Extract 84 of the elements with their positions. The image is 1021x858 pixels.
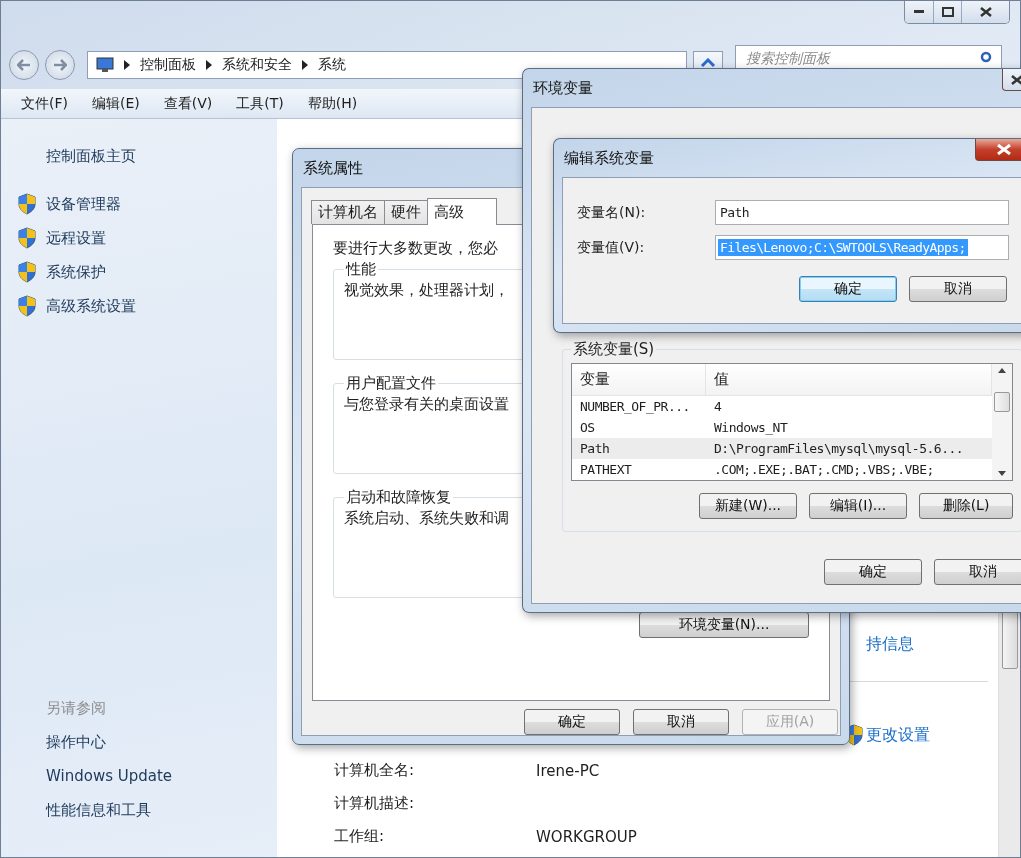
info-label: 工作组:	[334, 827, 386, 846]
group-title: 用户配置文件	[345, 374, 437, 393]
tab[interactable]: 计算机名	[311, 200, 385, 224]
menu-item[interactable]: 编辑(E)	[80, 94, 152, 113]
window-title: 编辑系统变量	[563, 148, 654, 168]
change-settings-link[interactable]: 更改设置	[866, 724, 930, 746]
list-row[interactable]: OS Windows_NT	[572, 417, 992, 438]
dialog-button[interactable]: 取消	[934, 559, 1021, 585]
info-label: 计算机描述:	[334, 794, 416, 813]
scroll-thumb[interactable]	[994, 392, 1010, 412]
info-label: 计算机全名:	[334, 761, 416, 780]
chevron-icon	[302, 60, 308, 70]
shield-icon	[17, 227, 37, 249]
close-button[interactable]	[975, 139, 1021, 161]
scrollbar[interactable]	[992, 364, 1012, 480]
support-link[interactable]: 持信息	[866, 634, 914, 655]
dialog-button[interactable]: 确定	[799, 276, 897, 302]
close-button[interactable]	[961, 1, 1009, 23]
menu-item[interactable]: 工具(T)	[224, 94, 296, 113]
info-value: Irene-PC	[536, 761, 601, 780]
back-arrow-icon	[17, 59, 31, 71]
group-title: 性能	[344, 260, 377, 279]
shield-icon	[17, 261, 37, 283]
window-title: 环境变量	[532, 78, 593, 98]
list-row[interactable]: Path D:\ProgramFiles\mysql\mysql-5.6...	[572, 438, 992, 459]
sidebar-link[interactable]: 性能信息和工具	[17, 793, 277, 827]
menu-item[interactable]: 文件(F)	[9, 94, 80, 113]
info-value: WORKGROUP	[536, 827, 638, 846]
shield-icon	[17, 193, 37, 215]
forward-button[interactable]	[45, 50, 75, 80]
instruction-text: 要进行大多数更改，您必	[333, 239, 498, 258]
group-text: 视觉效果，处理器计划，	[344, 281, 509, 299]
sidebar-link[interactable]: 设备管理器	[46, 194, 121, 214]
chevron-icon	[124, 60, 130, 70]
field-label: 变量名(N):	[577, 203, 647, 222]
close-icon	[979, 7, 992, 17]
breadcrumb-item[interactable]: 控制面板	[140, 56, 196, 74]
list-action-button[interactable]: 新建(W)...	[699, 493, 797, 519]
dialog-button[interactable]: 确定	[824, 559, 922, 585]
shield-icon	[17, 295, 37, 317]
sidebar-link[interactable]: 远程设置	[46, 228, 106, 248]
list-action-button[interactable]: 删除(L)	[919, 493, 1013, 519]
section-heading: 另请参阅	[45, 698, 107, 719]
group-text: 与您登录有关的桌面设置	[344, 395, 509, 413]
sidebar-link[interactable]: Windows Update	[17, 759, 277, 793]
sidebar-link[interactable]: 控制面板主页	[17, 139, 277, 173]
dialog-button[interactable]: 取消	[909, 276, 1007, 302]
list-row[interactable]: NUMBER_OF_PR... 4	[572, 396, 992, 417]
minimize-button[interactable]	[905, 1, 933, 23]
maximize-icon	[941, 7, 954, 17]
chevron-icon	[206, 60, 212, 70]
column-header[interactable]: 变量	[572, 364, 706, 395]
list-action-button[interactable]: 编辑(I)...	[809, 493, 907, 519]
tab[interactable]: 硬件	[384, 200, 428, 224]
tab[interactable]: 高级	[427, 198, 497, 225]
menu-item[interactable]: 查看(V)	[151, 94, 225, 113]
close-icon	[1011, 74, 1021, 85]
scroll-down-icon	[998, 471, 1006, 476]
list-row[interactable]: PATHEXT .COM;.EXE;.BAT;.CMD;.VBS;.VBE;	[572, 459, 992, 480]
input-field[interactable]: Path	[715, 200, 1009, 225]
forward-arrow-icon	[53, 59, 67, 71]
sidebar-link[interactable]: 系统保护	[46, 262, 106, 282]
sidebar-link[interactable]: 高级系统设置	[46, 296, 136, 316]
field-label: 变量值(V):	[577, 238, 646, 257]
group-text: 系统启动、系统失败和调	[344, 509, 509, 527]
breadcrumb-item[interactable]: 系统	[318, 56, 346, 74]
dialog-button[interactable]: 确定	[524, 709, 620, 735]
breadcrumb-item[interactable]: 系统和安全	[222, 56, 292, 74]
minimize-icon	[914, 10, 924, 14]
sidebar-link[interactable]: 操作中心	[17, 725, 277, 759]
menu-item[interactable]: 帮助(H)	[295, 94, 370, 113]
dialog-button[interactable]: 取消	[633, 709, 729, 735]
window-title: 系统属性	[302, 158, 363, 178]
maximize-button[interactable]	[933, 1, 961, 23]
group-title: 系统变量(S)	[572, 340, 656, 359]
search-box[interactable]: 搜索控制面板	[735, 45, 1002, 71]
back-button[interactable]	[9, 50, 39, 80]
search-icon	[979, 51, 993, 65]
environment-variables-button[interactable]: 环境变量(N)...	[639, 612, 809, 638]
computer-icon	[96, 57, 114, 73]
address-bar[interactable]: 控制面板 系统和安全 系统	[87, 51, 687, 79]
group-title: 启动和故障恢复	[345, 488, 452, 507]
scroll-up-icon	[998, 368, 1006, 373]
close-icon	[997, 144, 1011, 155]
